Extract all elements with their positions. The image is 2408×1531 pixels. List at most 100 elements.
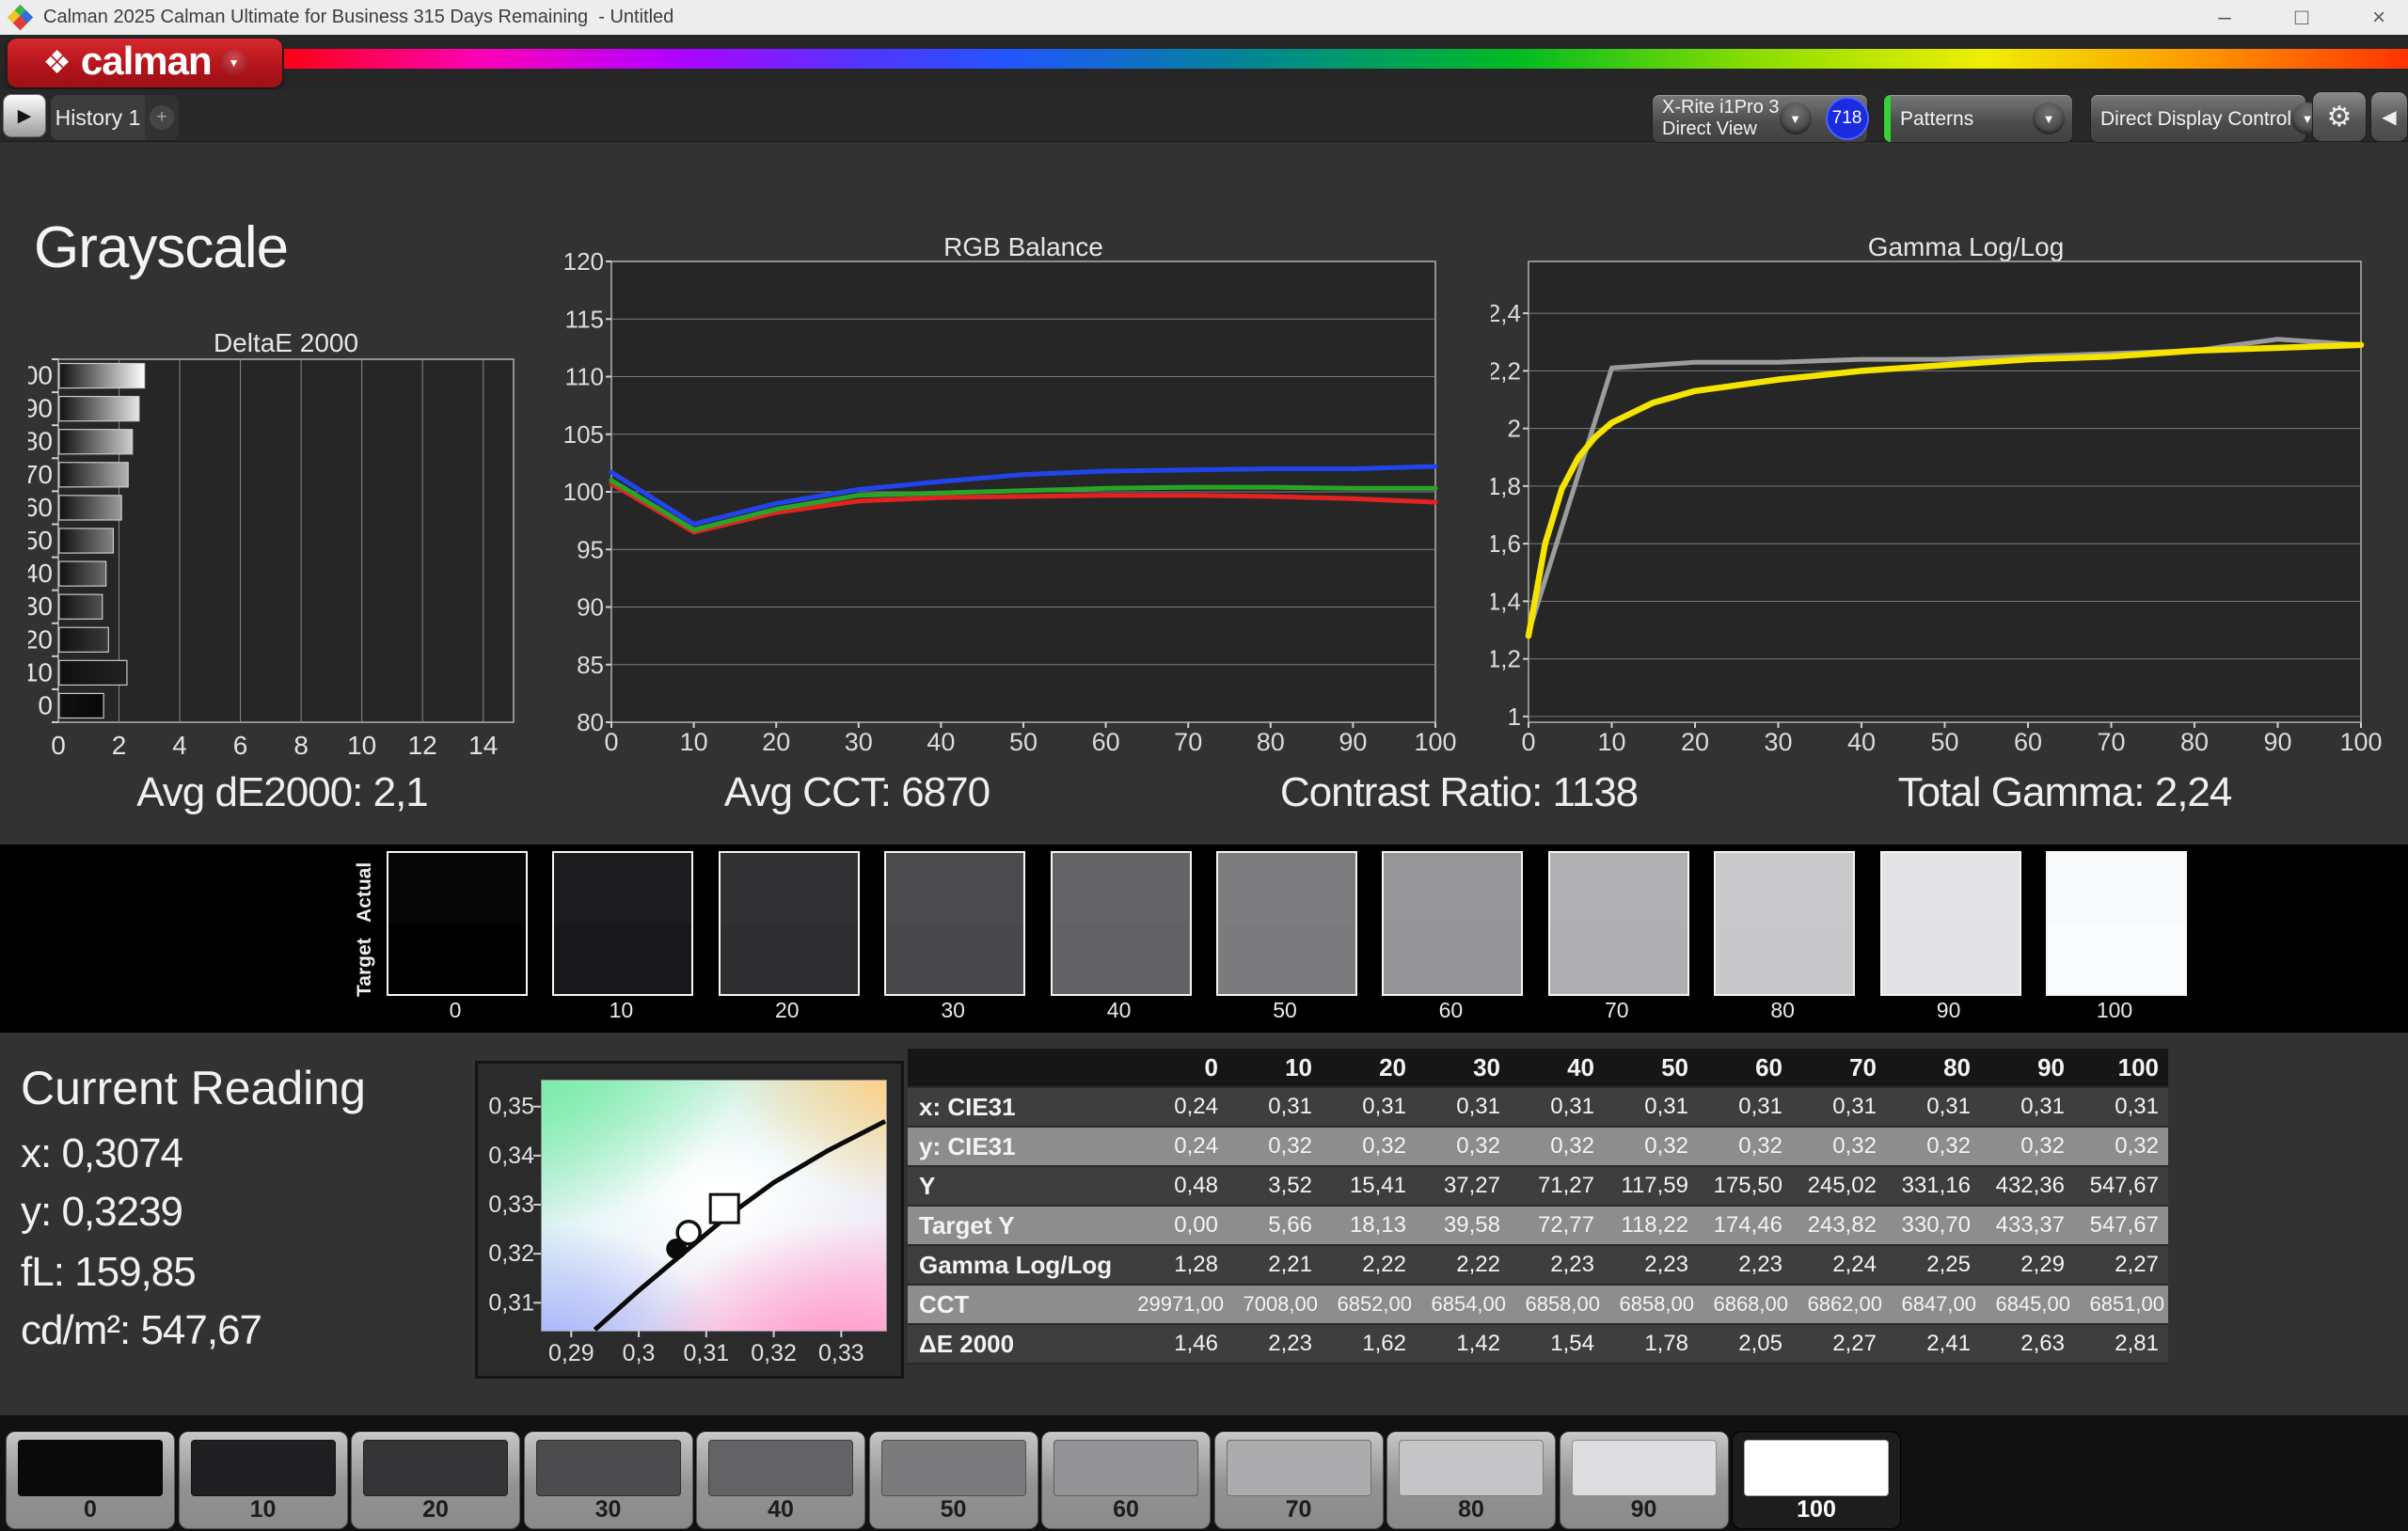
previous-reading-marker: [666, 1238, 688, 1259]
svg-text:14: 14: [468, 731, 498, 760]
swatch-level-10: [552, 851, 694, 996]
table-cell: 2,23: [1228, 1324, 1322, 1365]
patterns-dropdown[interactable]: Patterns ▼: [1883, 94, 2073, 143]
settings-button[interactable]: ⚙: [2312, 91, 2367, 142]
tab-bar: ▶ History 1 + X-Rite i1Pro 3 Direct View…: [0, 89, 2408, 143]
pattern-button-40[interactable]: 40: [696, 1431, 865, 1529]
table-cell: 2,22: [1322, 1245, 1416, 1286]
swatch-level-label: 70: [1605, 998, 1629, 1022]
table-cell: 1,42: [1416, 1324, 1510, 1365]
calman-logo-text: calman: [80, 38, 213, 83]
pattern-swatch-80: [1399, 1440, 1544, 1496]
svg-text:RGB Balance: RGB Balance: [943, 233, 1103, 261]
deltae-bar-100: [58, 362, 146, 389]
table-cell: 0,31: [1510, 1087, 1604, 1128]
patterns-label: Patterns: [1900, 107, 1974, 130]
svg-text:0,34: 0,34: [488, 1143, 534, 1169]
svg-text:0,33: 0,33: [488, 1192, 534, 1218]
svg-text:80: 80: [577, 708, 604, 736]
pattern-button-50[interactable]: 50: [868, 1431, 1038, 1529]
swatch-actual-70: [1549, 853, 1687, 923]
deltae-bar-20: [58, 626, 109, 653]
patterns-status-indicator: [1884, 95, 1891, 142]
svg-text:70: 70: [1174, 728, 1202, 756]
swatch-level-0: [387, 851, 528, 996]
pattern-swatch-50: [880, 1440, 1026, 1496]
table-cell: 6858,00: [1510, 1285, 1604, 1325]
svg-text:12: 12: [408, 731, 437, 760]
swatch-level-60: [1382, 851, 1524, 996]
svg-text:0,29: 0,29: [548, 1340, 594, 1366]
pattern-button-label: 20: [422, 1496, 449, 1523]
svg-text:100: 100: [564, 478, 604, 506]
swatch-actual-50: [1218, 853, 1355, 923]
minimize-icon[interactable]: –: [2210, 5, 2239, 31]
pattern-button-label: 40: [768, 1496, 794, 1523]
tab-history-1[interactable]: History 1: [51, 95, 145, 140]
table-cell: 2,81: [2074, 1324, 2168, 1365]
target-row-label: Target: [354, 938, 375, 998]
swatch-level-label: 20: [775, 998, 800, 1022]
table-row-label: Target Y: [908, 1206, 1133, 1246]
table-cell: 2,41: [1886, 1324, 1980, 1365]
table-row-target-y: Target Y 0,00 5,66 18,13 39,58 72,77 118,22 174…: [908, 1206, 2168, 1246]
pattern-button-100[interactable]: 100: [1732, 1431, 1901, 1529]
table-cell: 5,66: [1228, 1206, 1322, 1246]
svg-text:0,3: 0,3: [623, 1340, 656, 1366]
svg-text:90: 90: [1339, 728, 1367, 756]
swatch-level-80: [1714, 851, 1856, 996]
table-cell: 6868,00: [1698, 1285, 1792, 1325]
swatch-level-label: 50: [1273, 998, 1297, 1022]
restore-icon[interactable]: □: [2288, 5, 2316, 31]
add-tab-button[interactable]: +: [145, 95, 179, 140]
svg-text:90: 90: [577, 593, 604, 622]
svg-text:10: 10: [680, 728, 708, 756]
svg-text:85: 85: [577, 651, 604, 679]
swatch-actual-90: [1881, 853, 2020, 923]
meter-dropdown[interactable]: X-Rite i1Pro 3 Direct View ▼ 718: [1652, 94, 1869, 143]
table-cell: 0,31: [1604, 1087, 1698, 1128]
pattern-button-20[interactable]: 20: [351, 1431, 520, 1529]
deltae-bar-80: [58, 429, 134, 455]
pattern-button-80[interactable]: 80: [1386, 1431, 1556, 1529]
table-cell: 547,67: [2074, 1166, 2168, 1207]
svg-text:70: 70: [2097, 728, 2125, 756]
table-cell: 0,00: [1133, 1206, 1228, 1246]
pattern-button-0[interactable]: 0: [6, 1431, 175, 1529]
table-cell: 0,32: [1886, 1127, 1980, 1167]
svg-text:100: 100: [2339, 728, 2382, 756]
table-cell: 6858,00: [1604, 1285, 1698, 1325]
display-control-label: Direct Display Control: [2100, 107, 2292, 130]
stat-avg-de2000: Avg dE2000: 2,1: [136, 769, 429, 815]
calman-menu-button[interactable]: ❖ calman ▼: [8, 39, 282, 87]
close-icon[interactable]: ×: [2365, 5, 2393, 31]
stat-contrast-ratio: Contrast Ratio: 1138: [1279, 769, 1639, 815]
svg-text:2,2: 2,2: [1491, 356, 1521, 385]
pattern-button-30[interactable]: 30: [523, 1431, 693, 1529]
patterns-dropdown-arrow-icon[interactable]: ▼: [2033, 103, 2065, 134]
pattern-button-label: 80: [1458, 1496, 1484, 1523]
svg-text:50: 50: [1009, 728, 1038, 756]
svg-text:0: 0: [604, 728, 618, 756]
table-cell: 1,54: [1510, 1324, 1604, 1365]
swatch-target-20: [720, 923, 858, 994]
table-cell: 243,82: [1792, 1206, 1886, 1246]
current-reading-cd: cd/m²: 547,67: [21, 1307, 262, 1353]
plus-icon: +: [150, 105, 174, 130]
pattern-button-90[interactable]: 90: [1559, 1431, 1729, 1529]
table-column-header: 20: [1322, 1049, 1416, 1088]
table-cell: 2,05: [1698, 1324, 1792, 1365]
pattern-button-70[interactable]: 70: [1213, 1431, 1384, 1529]
pattern-button-60[interactable]: 60: [1041, 1431, 1211, 1529]
meter-dropdown-arrow-icon[interactable]: ▼: [1779, 103, 1812, 134]
pattern-button-10[interactable]: 10: [178, 1431, 348, 1529]
tab-scroll-button[interactable]: ▶: [3, 94, 46, 137]
table-cell: 0,31: [1228, 1087, 1322, 1128]
calman-menu-arrow-icon[interactable]: ▼: [220, 50, 247, 76]
swatch-actual-10: [554, 853, 692, 923]
display-control-dropdown[interactable]: Direct Display Control ▼: [2090, 94, 2324, 143]
table-cell: 0,31: [1792, 1087, 1886, 1128]
swatch-level-label: 0: [449, 998, 462, 1022]
collapse-panel-button[interactable]: ◀: [2370, 91, 2408, 142]
current-reading-x: x: 0,3074: [21, 1130, 183, 1176]
